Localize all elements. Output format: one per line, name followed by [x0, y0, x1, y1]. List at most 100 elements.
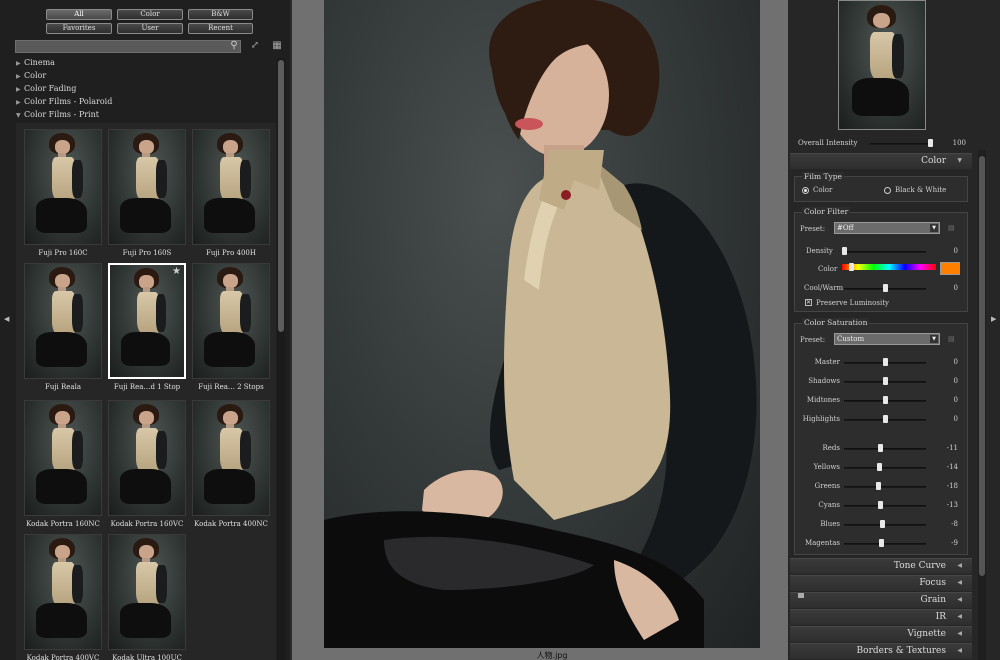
preset-thumbnail-grid: Fuji Pro 160C Fuji Pro 160S Fuji Pro 400H F…: [16, 123, 276, 660]
section-title: Borders & Textures: [856, 646, 946, 656]
saturation-slider-knob[interactable]: [883, 358, 888, 366]
saturation-slider-value: 0: [953, 358, 958, 366]
preset-thumbnail[interactable]: [24, 534, 102, 650]
saturation-slider-knob[interactable]: [883, 377, 888, 385]
saturation-slider-label: Magentas: [804, 539, 840, 547]
collapsed-arrow-icon: ▶: [16, 60, 21, 67]
favorite-star-icon[interactable]: ★: [172, 266, 181, 277]
presets-panel: All Color B&W Favorites User Recent ⚲ ⤢ …: [0, 0, 290, 660]
filter-all-button[interactable]: All: [46, 9, 112, 20]
collapse-left-panel-icon[interactable]: ◀: [4, 315, 9, 323]
preset-menu-icon[interactable]: ▤: [948, 224, 955, 232]
preset-label: Kodak Portra 400NC: [194, 520, 268, 528]
saturation-slider-knob[interactable]: [875, 482, 881, 490]
preset-thumbnail[interactable]: [24, 263, 102, 379]
grain-indicator-icon: [798, 593, 804, 598]
preset-label: Kodak Portra 160NC: [26, 520, 100, 528]
preset-thumbnail[interactable]: [108, 400, 186, 516]
preset-thumbnail[interactable]: [24, 400, 102, 516]
preset-thumbnail[interactable]: [108, 129, 186, 245]
color-swatch[interactable]: [940, 262, 960, 275]
preset-menu-icon[interactable]: ▤: [948, 335, 955, 343]
search-icon[interactable]: ⚲: [228, 40, 240, 52]
saturation-slider-knob[interactable]: [879, 539, 885, 547]
section-header[interactable]: Focus ◀: [790, 575, 972, 591]
preset-thumbnail[interactable]: [192, 129, 270, 245]
preset-label: Fuji Pro 160C: [38, 249, 88, 257]
saturation-slider-label: Blues: [820, 520, 840, 528]
cool-warm-knob[interactable]: [883, 284, 888, 292]
saturation-slider-knob[interactable]: [877, 501, 883, 509]
color-hue-knob[interactable]: [849, 263, 855, 271]
saturation-slider-track[interactable]: [844, 486, 926, 488]
collapse-right-panel-icon[interactable]: ▶: [991, 315, 996, 323]
preset-thumbnail[interactable]: ★: [108, 263, 186, 379]
preserve-luminosity-label: Preserve Luminosity: [816, 299, 889, 307]
section-header[interactable]: Grain ◀: [790, 592, 972, 608]
preset-thumbnail[interactable]: [192, 263, 270, 379]
preset-thumbnail[interactable]: [24, 129, 102, 245]
saturation-slider-track[interactable]: [844, 505, 926, 507]
preserve-luminosity-checkbox[interactable]: ✕: [805, 299, 812, 306]
cool-warm-value: 0: [953, 284, 958, 292]
section-header[interactable]: IR ◀: [790, 609, 972, 625]
category-cinema[interactable]: ▶ Cinema: [16, 57, 55, 69]
saturation-slider-track[interactable]: [844, 467, 926, 469]
preset-label: Kodak Portra 400VC: [26, 654, 100, 660]
category-color[interactable]: ▶ Color: [16, 70, 46, 82]
section-header[interactable]: Tone Curve ◀: [790, 558, 972, 574]
search-input[interactable]: [15, 40, 241, 53]
dropdown-value: #Off: [837, 224, 854, 232]
preset-thumbnail[interactable]: [108, 534, 186, 650]
presets-scrollbar-thumb[interactable]: [278, 60, 284, 332]
preset-label: Fuji Pro 160S: [122, 249, 172, 257]
color-filter-preset-dropdown[interactable]: #Off ▼: [834, 222, 940, 234]
grid-view-icon[interactable]: ▦: [271, 40, 283, 52]
preset-label: Fuji Rea… 2 Stops: [198, 383, 264, 391]
filter-bw-button[interactable]: B&W: [188, 9, 253, 20]
overall-intensity-value: 100: [952, 139, 966, 147]
section-title: Tone Curve: [893, 561, 946, 571]
preset-label: Kodak Ultra 100UC: [112, 654, 182, 660]
category-polaroid[interactable]: ▶ Color Films - Polaroid: [16, 96, 112, 108]
collapsed-arrow-icon: ▶: [16, 99, 21, 106]
section-header[interactable]: Borders & Textures ◀: [790, 643, 972, 659]
section-title: Vignette: [907, 629, 946, 639]
navigator-preview[interactable]: [838, 0, 926, 130]
saturation-slider-knob[interactable]: [878, 444, 884, 452]
overall-intensity-slider[interactable]: [870, 143, 930, 145]
saturation-slider-knob[interactable]: [883, 396, 888, 404]
color-section-header[interactable]: Color ▼: [790, 153, 972, 169]
saturation-slider-value: -11: [946, 444, 958, 452]
saturation-slider-track[interactable]: [844, 524, 926, 526]
preset-thumbnail[interactable]: [192, 400, 270, 516]
saturation-slider-knob[interactable]: [879, 520, 885, 528]
expand-icon[interactable]: ⤢: [249, 40, 261, 52]
saturation-slider-knob[interactable]: [883, 415, 888, 423]
density-slider[interactable]: [844, 251, 926, 253]
expanded-arrow-icon: ▼: [16, 112, 21, 119]
overall-intensity-knob[interactable]: [928, 139, 933, 147]
film-type-bw-radio[interactable]: [884, 187, 891, 194]
category-color-fading[interactable]: ▶ Color Fading: [16, 83, 76, 95]
expand-arrow-icon: ◀: [957, 613, 962, 620]
saturation-slider-knob[interactable]: [877, 463, 883, 471]
photo-preview: [324, 0, 760, 648]
filter-color-button[interactable]: Color: [117, 9, 183, 20]
adjustments-scrollbar-thumb[interactable]: [979, 156, 985, 576]
color-filter-preset-label: Preset:: [800, 225, 826, 233]
portrait-photo: [324, 0, 757, 648]
film-type-color-radio[interactable]: [802, 187, 809, 194]
saturation-preset-dropdown[interactable]: Custom ▼: [834, 333, 940, 345]
filter-user-button[interactable]: User: [117, 23, 183, 34]
category-print[interactable]: ▼ Color Films - Print: [16, 109, 99, 121]
filter-recent-button[interactable]: Recent: [188, 23, 253, 34]
section-header[interactable]: Vignette ◀: [790, 626, 972, 642]
filter-favorites-button[interactable]: Favorites: [46, 23, 112, 34]
saturation-slider-value: -18: [946, 482, 958, 490]
saturation-slider-track[interactable]: [844, 543, 926, 545]
color-saturation-title: Color Saturation: [802, 318, 870, 327]
density-knob[interactable]: [842, 247, 847, 255]
saturation-slider-track[interactable]: [844, 448, 926, 450]
color-hue-slider[interactable]: [842, 264, 936, 270]
